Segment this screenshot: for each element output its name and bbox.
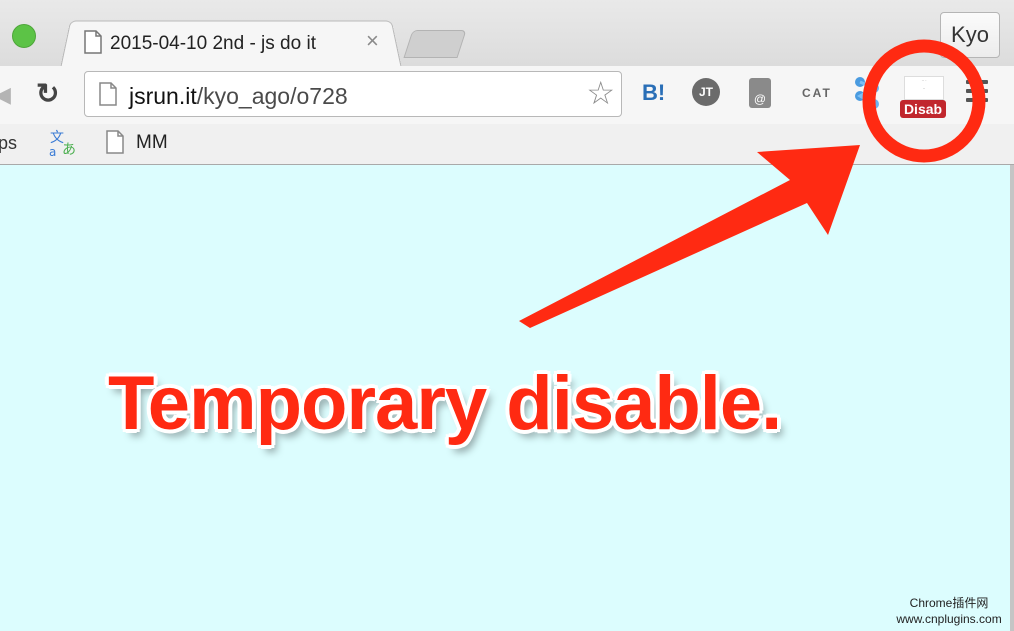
watermark-line-2: www.cnplugins.com: [896, 612, 1002, 626]
browser-window: 2015-04-10 2nd - js do it × Kyo ◀ ↻ jsru…: [0, 0, 1014, 631]
highlight-circle: [862, 39, 986, 163]
annotation-overlay: [519, 39, 986, 328]
watermark: Chrome插件网 www.cnplugins.com: [892, 595, 1006, 627]
watermark-line-1: Chrome插件网: [909, 596, 989, 610]
annotation-arrow: [519, 145, 860, 328]
